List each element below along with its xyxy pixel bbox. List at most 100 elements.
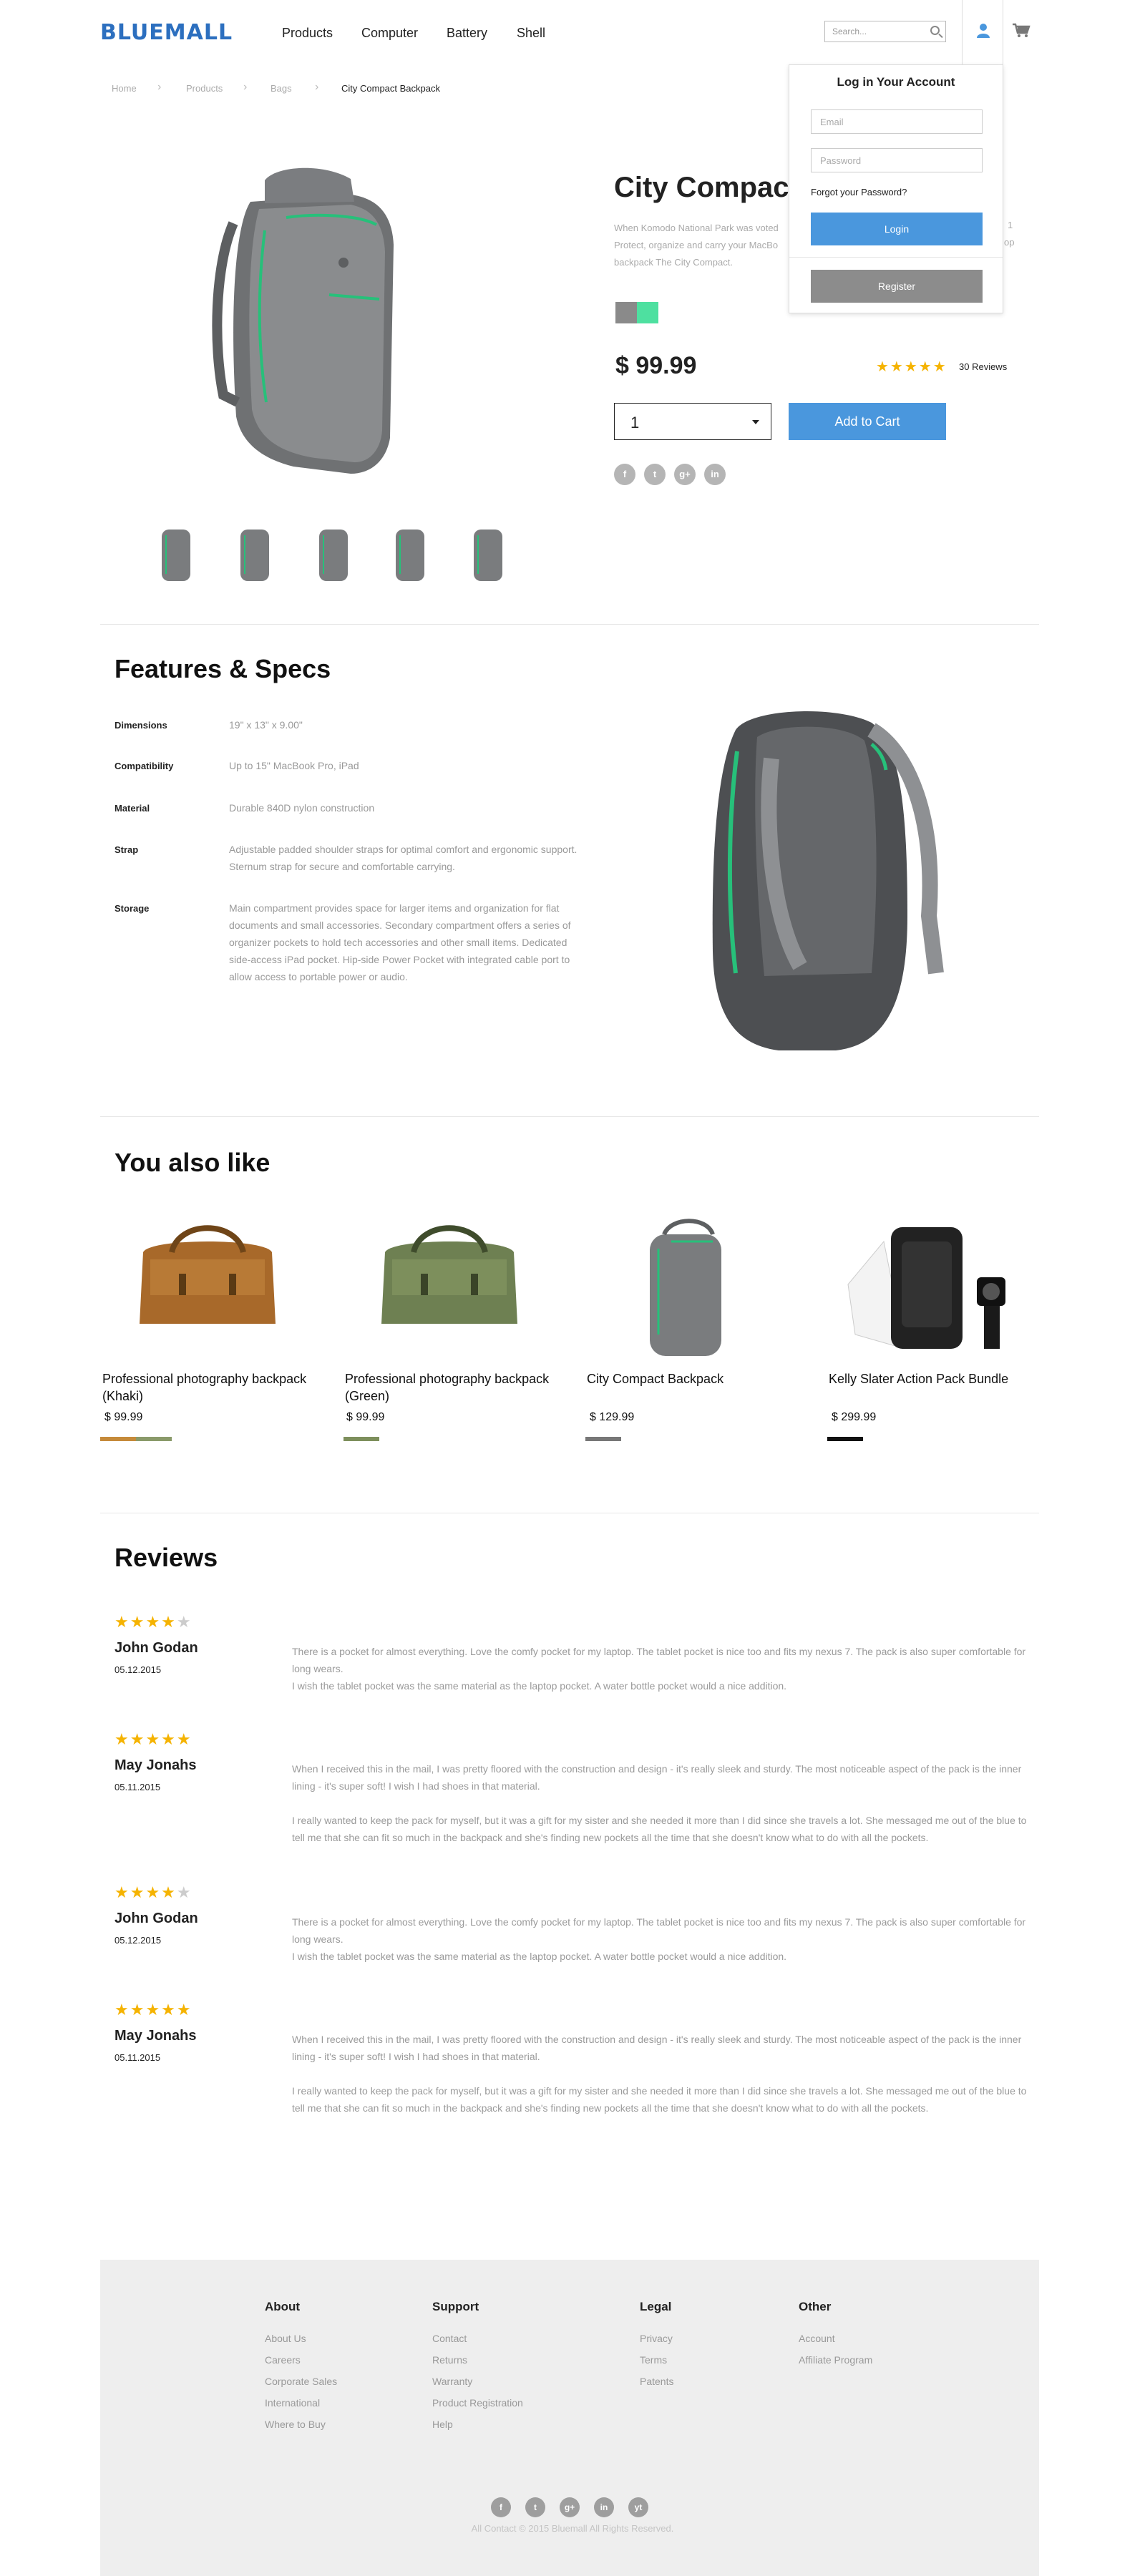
color-bar <box>100 1437 136 1441</box>
linkedin-icon[interactable]: in <box>704 464 726 485</box>
card-title-line: (Khaki) <box>102 1389 144 1403</box>
product-card-title[interactable]: Kelly Slater Action Pack Bundle <box>829 1370 1058 1387</box>
breadcrumb-current: City Compact Backpack <box>341 83 440 94</box>
nav-products[interactable]: Products <box>282 26 333 41</box>
color-swatch-gray[interactable] <box>615 302 637 323</box>
login-button[interactable]: Login <box>811 213 983 245</box>
twitter-icon[interactable]: t <box>525 2497 545 2517</box>
facebook-icon[interactable]: f <box>491 2497 511 2517</box>
product-card-image[interactable] <box>129 1216 286 1338</box>
footer-link[interactable]: Corporate Sales <box>265 2376 337 2387</box>
footer-link[interactable]: Account <box>799 2333 835 2344</box>
product-card-image[interactable] <box>841 1213 1027 1356</box>
email-placeholder: Email <box>820 117 844 127</box>
spec-line: organizer pockets to hold tech accessori… <box>229 937 567 948</box>
thumbnail-4[interactable] <box>390 524 430 582</box>
review-line: There is a pocket for almost everything.… <box>292 1916 1026 1928</box>
review-line: I wish the tablet pocket was the same ma… <box>292 1680 787 1692</box>
youtube-icon[interactable]: yt <box>628 2497 648 2517</box>
spec-material-value: Durable 840D nylon construction <box>229 802 375 814</box>
review-date: 05.12.2015 <box>114 1664 162 1675</box>
nav-battery[interactable]: Battery <box>447 26 487 41</box>
footer-link[interactable]: Warranty <box>432 2376 472 2387</box>
google-plus-icon[interactable]: g+ <box>674 464 696 485</box>
quantity-select[interactable]: 1 <box>614 403 771 440</box>
product-card-title[interactable]: Professional photography backpack (Green) <box>345 1370 574 1405</box>
nav-computer[interactable]: Computer <box>361 26 418 41</box>
account-button[interactable] <box>962 0 1003 66</box>
thumbnail-1[interactable] <box>156 524 196 582</box>
logo[interactable]: BLUEMALL <box>100 20 233 45</box>
review-author: May Jonahs <box>114 2028 197 2044</box>
forgot-password-link[interactable]: Forgot your Password? <box>811 187 907 197</box>
spec-dimensions-value: 19" x 13" x 9.00" <box>229 719 303 731</box>
password-field[interactable]: Password <box>811 148 983 172</box>
login-title: Log in Your Account <box>837 75 955 89</box>
spec-line: Adjustable padded shoulder straps for op… <box>229 844 578 855</box>
review-author: May Jonahs <box>114 1757 197 1773</box>
color-bar <box>136 1437 172 1441</box>
linkedin-icon[interactable]: in <box>594 2497 614 2517</box>
also-like-title: You also like <box>114 1148 271 1177</box>
description-fragment: 1 <box>1008 220 1013 230</box>
breadcrumb-bags[interactable]: Bags <box>271 83 292 94</box>
thumbnail-3[interactable] <box>313 524 354 582</box>
breadcrumb-products[interactable]: Products <box>186 83 223 94</box>
facebook-icon[interactable]: f <box>614 464 635 485</box>
spec-strap-value: Adjustable padded shoulder straps for op… <box>229 841 594 875</box>
product-back-image <box>712 711 944 1050</box>
product-card-image[interactable] <box>628 1213 743 1363</box>
email-field[interactable]: Email <box>811 109 983 134</box>
footer-link[interactable]: Careers <box>265 2354 301 2366</box>
review-line: I really wanted to keep the pack for mys… <box>292 1815 1027 1826</box>
review-line: I wish the tablet pocket was the same ma… <box>292 1951 787 1962</box>
review-text: There is a pocket for almost everything.… <box>292 1913 1036 1965</box>
nav-shell[interactable]: Shell <box>517 26 545 41</box>
copyright: All Contact © 2015 Bluemall All Rights R… <box>471 2523 674 2534</box>
footer-link[interactable]: Contact <box>432 2333 467 2344</box>
footer-link[interactable]: Affiliate Program <box>799 2354 872 2366</box>
review-stars: ★★★★★ <box>114 2001 193 2019</box>
review-line: lining - it's super soft! I wish I had s… <box>292 2051 540 2062</box>
footer-link[interactable]: Where to Buy <box>265 2419 326 2430</box>
register-button[interactable]: Register <box>811 270 983 303</box>
cart-icon[interactable] <box>1012 23 1030 39</box>
star-icon: ★★★★ <box>114 1613 177 1631</box>
product-card-price: $ 99.99 <box>104 1411 143 1423</box>
thumbnail-2[interactable] <box>235 524 275 582</box>
card-title-line: Professional photography backpack <box>102 1372 307 1386</box>
search-input[interactable]: Search... <box>824 21 946 42</box>
review-text: When I received this in the mail, I was … <box>292 1760 1036 1846</box>
footer-link[interactable]: Privacy <box>640 2333 673 2344</box>
google-plus-icon[interactable]: g+ <box>560 2497 580 2517</box>
reviews-title: Reviews <box>114 1543 218 1572</box>
star-icon: ★★★★★ <box>114 2001 193 2019</box>
review-line: tell me that she can fit so much in the … <box>292 1832 929 1843</box>
review-date: 05.11.2015 <box>114 1782 161 1792</box>
add-to-cart-button[interactable]: Add to Cart <box>789 403 946 440</box>
search-icon[interactable] <box>930 26 940 35</box>
reviews-count[interactable]: 30 Reviews <box>959 361 1007 372</box>
spec-line: allow access to portable power or audio. <box>229 971 408 982</box>
footer-link[interactable]: Help <box>432 2419 453 2430</box>
spec-line: side-access iPad pocket. Hip-side Power … <box>229 954 570 965</box>
product-card-title[interactable]: City Compact Backpack <box>587 1370 816 1387</box>
color-swatch-green[interactable] <box>637 302 658 323</box>
footer-link[interactable]: Product Registration <box>432 2397 523 2409</box>
footer-link[interactable]: Terms <box>640 2354 667 2366</box>
twitter-icon[interactable]: t <box>644 464 666 485</box>
product-card-title[interactable]: Professional photography backpack (Khaki) <box>102 1370 331 1405</box>
thumbnail-5[interactable] <box>468 524 508 582</box>
breadcrumb-home[interactable]: Home <box>112 83 137 94</box>
footer-link[interactable]: Returns <box>432 2354 467 2366</box>
product-main-image <box>212 167 394 474</box>
rating-stars: ★★★★★ <box>876 359 947 375</box>
quantity-value: 1 <box>630 414 640 431</box>
footer-link[interactable]: About Us <box>265 2333 306 2344</box>
footer-link[interactable]: International <box>265 2397 320 2409</box>
footer-link[interactable]: Patents <box>640 2376 673 2387</box>
review-line: I really wanted to keep the pack for mys… <box>292 2085 1027 2097</box>
product-card-image[interactable] <box>371 1216 528 1338</box>
product-card-price: $ 299.99 <box>832 1411 877 1423</box>
